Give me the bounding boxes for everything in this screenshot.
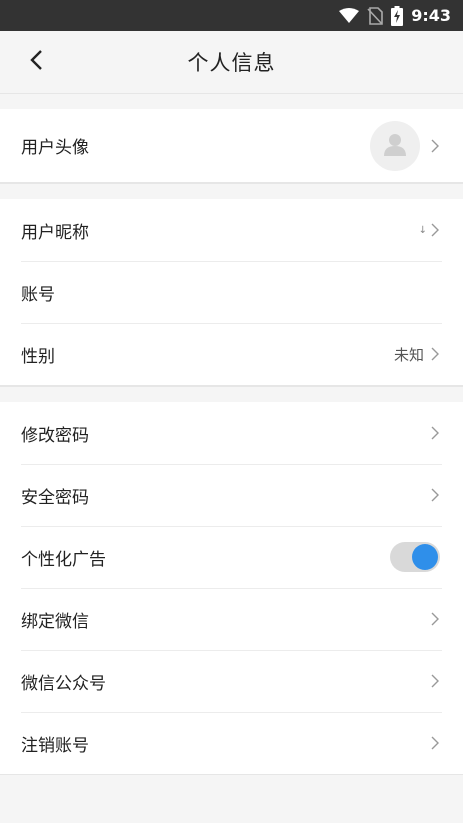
back-button[interactable] <box>22 48 50 76</box>
change-password-label: 修改密码 <box>21 425 89 446</box>
status-time: 9:43 <box>411 6 451 25</box>
chevron-right-icon <box>428 347 442 361</box>
nickname-row[interactable]: 用户昵称 ↓ <box>0 199 463 261</box>
change-password-row[interactable]: 修改密码 <box>0 402 463 464</box>
profile-group: 用户头像 <box>0 109 463 183</box>
chevron-right-icon <box>428 736 442 750</box>
account-number-label: 账号 <box>21 284 55 305</box>
avatar-row[interactable]: 用户头像 <box>0 109 463 182</box>
bind-wechat-row[interactable]: 绑定微信 <box>0 588 463 650</box>
toggle-knob <box>412 544 438 570</box>
gender-label: 性别 <box>21 346 55 367</box>
account-group: 用户昵称 ↓ 账号 性别 未知 <box>0 199 463 386</box>
bind-wechat-label: 绑定微信 <box>21 611 89 632</box>
personalized-ads-label: 个性化广告 <box>21 549 106 570</box>
personalized-ads-toggle[interactable] <box>390 542 440 572</box>
user-avatar-icon <box>382 131 408 161</box>
chevron-right-icon <box>428 223 442 237</box>
chevron-left-icon <box>29 49 43 75</box>
avatar[interactable] <box>370 120 420 171</box>
avatar-label: 用户头像 <box>21 138 89 158</box>
wechat-official-label: 微信公众号 <box>21 673 106 694</box>
section-divider <box>0 93 463 109</box>
gender-row[interactable]: 性别 未知 <box>0 323 463 385</box>
battery-charging-icon <box>391 5 404 26</box>
nav-bar: 个人信息 <box>0 31 463 93</box>
section-divider <box>0 386 463 402</box>
settings-group: 修改密码 安全密码 个性化广告 绑定微信 微信公众号 注销账号 <box>0 402 463 775</box>
nickname-value: ↓ <box>418 224 427 236</box>
chevron-right-icon <box>428 612 442 626</box>
cancel-account-row[interactable]: 注销账号 <box>0 712 463 774</box>
cancel-account-label: 注销账号 <box>21 735 89 756</box>
wifi-icon <box>339 7 360 24</box>
chevron-right-icon <box>428 139 442 153</box>
nickname-label: 用户昵称 <box>21 222 89 243</box>
wechat-official-row[interactable]: 微信公众号 <box>0 650 463 712</box>
gender-value: 未知 <box>393 345 424 364</box>
security-password-label: 安全密码 <box>21 487 89 508</box>
security-password-row[interactable]: 安全密码 <box>0 464 463 526</box>
page-title: 个人信息 <box>187 51 276 75</box>
account-number-row[interactable]: 账号 <box>0 261 463 323</box>
chevron-right-icon <box>428 674 442 688</box>
status-bar: 9:43 <box>0 0 463 31</box>
personalized-ads-row: 个性化广告 <box>0 526 463 588</box>
section-divider <box>0 183 463 199</box>
no-sim-icon <box>367 6 384 25</box>
chevron-right-icon <box>428 488 442 502</box>
chevron-right-icon <box>428 426 442 440</box>
